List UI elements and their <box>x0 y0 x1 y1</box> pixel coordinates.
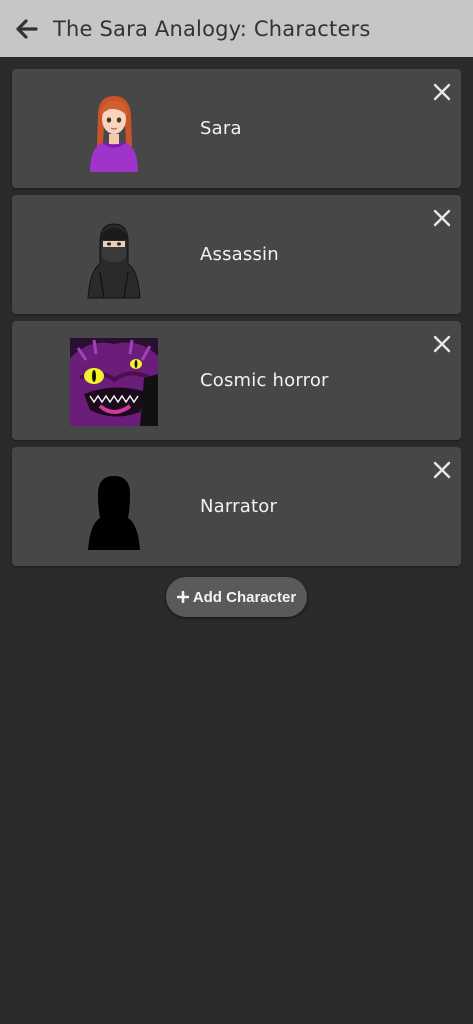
close-icon[interactable] <box>432 82 452 102</box>
plus-icon <box>176 590 189 603</box>
character-avatar <box>70 338 158 426</box>
character-avatar <box>70 212 158 300</box>
character-name: Assassin <box>200 244 279 265</box>
page-title: The Sara Analogy: Characters <box>53 16 371 41</box>
character-avatar <box>70 464 158 552</box>
close-icon[interactable] <box>432 460 452 480</box>
character-list: Sara Assassin Cosmic horror Narrator <box>12 69 461 573</box>
character-card-assassin[interactable]: Assassin <box>12 195 461 314</box>
app-header: The Sara Analogy: Characters <box>0 0 473 57</box>
add-character-button[interactable]: Add Character <box>165 577 308 617</box>
close-icon[interactable] <box>432 334 452 354</box>
character-name: Sara <box>200 118 242 139</box>
character-card-sara[interactable]: Sara <box>12 69 461 188</box>
add-character-label: Add Character <box>192 588 297 606</box>
character-avatar <box>70 86 158 174</box>
arrow-left-icon <box>16 18 38 39</box>
character-name: Cosmic horror <box>200 370 329 391</box>
back-button[interactable] <box>15 17 39 41</box>
character-name: Narrator <box>200 496 278 517</box>
add-character-container: Add Character <box>0 577 473 617</box>
close-icon[interactable] <box>432 208 452 228</box>
character-card-cosmic-horror[interactable]: Cosmic horror <box>12 321 461 440</box>
character-card-narrator[interactable]: Narrator <box>12 447 461 566</box>
